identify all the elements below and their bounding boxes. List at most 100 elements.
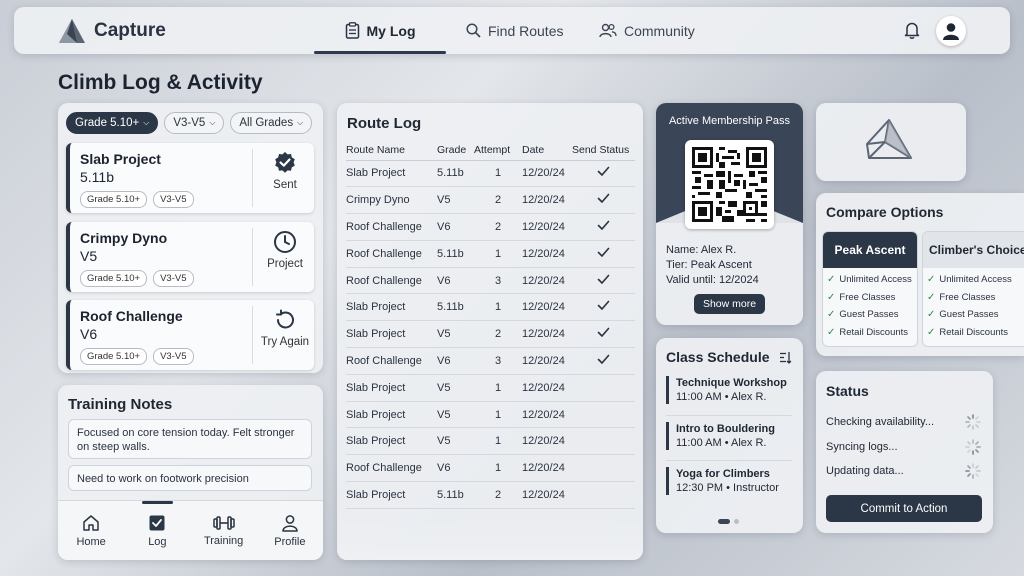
table-row[interactable]: Roof Challenge V6 2 12/20/24 — [346, 213, 635, 241]
user-avatar[interactable] — [936, 16, 966, 46]
table-row[interactable]: Roof Challenge V6 3 12/20/24 — [346, 347, 635, 375]
schedule-event[interactable]: Technique Workshop 11:00 AM • Alex R. — [666, 376, 792, 404]
table-row[interactable]: Slab Project V5 1 12/20/24 — [346, 374, 635, 402]
bottom-nav-home[interactable]: Home — [58, 501, 124, 560]
plan-feature: ✓ Guest Passes — [923, 306, 1024, 324]
route-send-status-cell — [572, 454, 635, 483]
brand[interactable]: Capture — [58, 18, 166, 44]
schedule-event[interactable]: Intro to Bouldering 11:00 AM • Alex R. — [666, 422, 792, 450]
plan-feature: ✓ Unlimited Access — [823, 271, 917, 289]
plan-card-climbers-choice[interactable]: Climber's Choice ✓ Unlimited Access ✓ Free… — [922, 231, 1024, 347]
check-icon — [597, 247, 610, 257]
capture-logo-icon — [59, 19, 85, 43]
route-grade-cell: 5.11b — [437, 481, 474, 509]
event-name: Intro to Bouldering — [676, 423, 775, 435]
route-attempt-cell: 2 — [474, 213, 522, 241]
plan-feature-label: Retail Discounts — [839, 326, 909, 338]
filter-chip-grade-5-10[interactable]: Grade 5.10+ ⌵ — [66, 112, 159, 134]
route-send-status-cell — [572, 186, 635, 215]
filter-chip-v3-v5[interactable]: V3-V5 ⌵ — [164, 112, 225, 134]
bottom-nav-training[interactable]: Training — [191, 501, 257, 560]
status-item-label: Syncing logs... — [826, 441, 898, 453]
route-send-status-cell — [572, 213, 635, 241]
climb-card-slab-project[interactable]: Slab Project 5.11b Grade 5.10+ V3-V5 Sen… — [66, 143, 314, 213]
route-send-status-cell — [572, 240, 635, 268]
route-date-cell: 12/20/24 — [522, 160, 572, 188]
table-row[interactable]: Roof Challenge V6 1 12/20/24 — [346, 454, 635, 483]
climb-card-roof-challenge[interactable]: Roof Challenge V6 Grade 5.10+ V3-V5 Try … — [66, 300, 314, 370]
class-schedule-panel: Class Schedule Technique Workshop 11:00 … — [656, 338, 803, 533]
climb-status-project[interactable]: Project — [255, 230, 315, 270]
chevron-down-icon: ⌵ — [143, 118, 150, 127]
membership-qr-code[interactable] — [685, 140, 774, 229]
training-note[interactable]: Need to work on footwork precision — [68, 465, 312, 491]
route-attempt-cell: 1 — [474, 454, 522, 483]
tab-find-routes[interactable]: Find Routes — [466, 7, 563, 54]
route-date-cell: 12/20/24 — [522, 401, 572, 429]
route-attempt-cell: 1 — [474, 374, 522, 402]
route-grade-cell: V5 — [437, 186, 474, 215]
table-row[interactable]: Slab Project V5 1 12/20/24 — [346, 427, 635, 456]
tab-community[interactable]: Community — [599, 7, 695, 54]
filter-chip-all-grades[interactable]: All Grades ⌵ — [230, 112, 313, 134]
schedule-filter-button[interactable] — [779, 351, 792, 369]
table-row[interactable]: Slab Project 5.11b 1 12/20/24 — [346, 160, 635, 188]
notifications-button[interactable] — [904, 21, 920, 44]
climb-status-try-again[interactable]: Try Again — [255, 308, 315, 348]
bottom-nav-profile[interactable]: Profile — [257, 501, 323, 560]
tab-my-log[interactable]: My Log — [314, 7, 446, 54]
column-header[interactable]: Grade — [437, 140, 474, 161]
route-name-cell: Roof Challenge — [346, 454, 437, 483]
plan-card-peak-ascent[interactable]: Peak Ascent ✓ Unlimited Access ✓ Free Clas… — [822, 231, 918, 347]
table-row[interactable]: Slab Project 5.11b 2 12/20/24 — [346, 481, 635, 509]
route-send-status-cell — [572, 374, 635, 402]
check-icon: ✓ — [827, 274, 836, 286]
route-grade-cell: V6 — [437, 213, 474, 241]
tab-find-routes-label: Find Routes — [488, 22, 564, 39]
bottom-nav-label: Log — [148, 535, 167, 548]
table-row[interactable]: Slab Project 5.11b 1 12/20/24 — [346, 293, 635, 322]
membership-valid-until: Valid until: 12/2024 — [666, 274, 759, 286]
climb-tag: Grade 5.10+ — [80, 270, 148, 287]
plan-feature: ✓ Free Classes — [823, 289, 917, 307]
check-badge-icon — [275, 152, 295, 173]
route-date-cell: 12/20/24 — [522, 293, 572, 322]
dumbbell-icon — [212, 515, 235, 530]
divider — [666, 415, 792, 416]
bottom-nav-log[interactable]: Log — [124, 501, 190, 560]
check-icon — [597, 301, 610, 311]
event-name: Technique Workshop — [676, 377, 787, 389]
page-dot[interactable] — [734, 519, 739, 524]
table-row[interactable]: Slab Project V5 1 12/20/24 — [346, 401, 635, 429]
training-note[interactable]: Focused on core tension today. Felt stro… — [68, 419, 312, 459]
table-row[interactable]: Slab Project V5 2 12/20/24 — [346, 320, 635, 349]
show-more-button[interactable]: Show more — [694, 294, 765, 314]
schedule-event[interactable]: Yoga for Climbers 12:30 PM • Instructor — [666, 467, 792, 495]
filter-list-icon — [780, 352, 792, 364]
climb-tags: Grade 5.10+ V3-V5 — [80, 348, 194, 365]
route-attempt-cell: 3 — [474, 267, 522, 295]
route-grade-cell: V5 — [437, 374, 474, 402]
commit-to-action-button[interactable]: Commit to Action — [826, 495, 982, 522]
table-row[interactable]: Roof Challenge V6 3 12/20/24 — [346, 267, 635, 295]
page-dot-active[interactable] — [718, 519, 730, 524]
column-header[interactable]: Route Name — [346, 140, 437, 161]
route-date-cell: 12/20/24 — [522, 481, 572, 509]
route-name-cell: Roof Challenge — [346, 213, 437, 241]
table-row[interactable]: Roof Challenge 5.11b 1 12/20/24 — [346, 240, 635, 268]
home-icon — [83, 514, 99, 531]
route-attempt-cell: 2 — [474, 320, 522, 349]
climb-status-sent[interactable]: Sent — [255, 151, 315, 191]
route-grade-cell: V6 — [437, 454, 474, 483]
climb-name: Roof Challenge — [80, 308, 183, 324]
clipboard-icon — [345, 22, 359, 39]
route-name-cell: Slab Project — [346, 160, 437, 188]
climb-card-crimpy-dyno[interactable]: Crimpy Dyno V5 Grade 5.10+ V3-V5 Project — [66, 222, 314, 292]
column-header[interactable]: Send Status — [572, 140, 635, 161]
climb-grade: 5.11b — [80, 169, 114, 185]
column-header[interactable]: Attempt — [474, 140, 522, 161]
column-header[interactable]: Date — [522, 140, 572, 161]
bottom-navigation: Home Log Training Profile — [58, 500, 323, 560]
route-send-status-cell — [572, 401, 635, 429]
table-row[interactable]: Crimpy Dyno V5 2 12/20/24 — [346, 186, 635, 215]
